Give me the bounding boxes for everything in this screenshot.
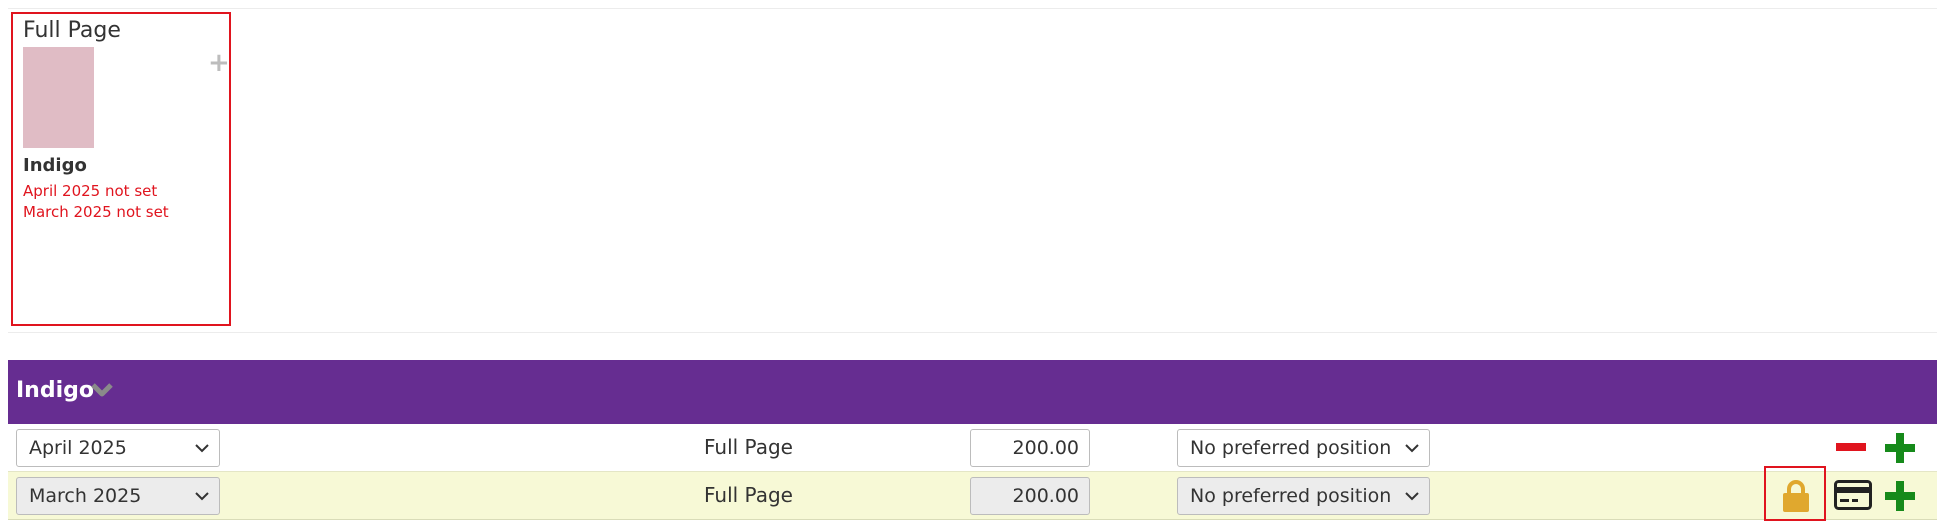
chevron-down-icon [1405, 444, 1419, 453]
price-input[interactable]: 200.00 [970, 477, 1090, 515]
chevron-down-icon [195, 492, 209, 501]
section-divider [8, 332, 1937, 333]
position-select[interactable]: No preferred position [1177, 477, 1430, 515]
booking-row: April 2025 Full Page 200.00 No preferred… [8, 424, 1937, 471]
card-advertiser-name: Indigo [23, 155, 87, 176]
credit-card-icon[interactable] [1834, 480, 1872, 510]
chevron-down-icon[interactable] [91, 382, 113, 398]
plus-icon[interactable] [1884, 432, 1916, 464]
group-header[interactable]: Indigo [8, 360, 1937, 424]
month-select[interactable]: April 2025 [16, 429, 220, 467]
plus-icon[interactable]: + [208, 50, 230, 76]
group-title: Indigo [16, 378, 94, 403]
booking-row: March 2025 Full Page 200.00 No preferred… [8, 471, 1937, 520]
card-warning: March 2025 not set [23, 203, 169, 221]
position-select-value: No preferred position [1190, 437, 1392, 459]
top-divider [8, 8, 1937, 9]
month-select-value: April 2025 [29, 437, 127, 459]
price-input[interactable]: 200.00 [970, 429, 1090, 467]
month-select[interactable]: March 2025 [16, 477, 220, 515]
chevron-down-icon [1405, 492, 1419, 501]
month-select-value: March 2025 [29, 485, 142, 507]
ad-slot-card[interactable]: Full Page + Indigo April 2025 not set Ma… [11, 12, 231, 326]
position-select-value: No preferred position [1190, 485, 1392, 507]
card-warning: April 2025 not set [23, 182, 158, 200]
minus-icon[interactable] [1836, 443, 1866, 453]
position-select[interactable]: No preferred position [1177, 429, 1430, 467]
card-title: Full Page [23, 18, 121, 43]
lock-highlight [1764, 466, 1826, 521]
page-thumbnail [23, 47, 94, 148]
size-label: Full Page [704, 483, 793, 507]
plus-icon[interactable] [1884, 480, 1916, 512]
size-label: Full Page [704, 435, 793, 459]
chevron-down-icon [195, 444, 209, 453]
